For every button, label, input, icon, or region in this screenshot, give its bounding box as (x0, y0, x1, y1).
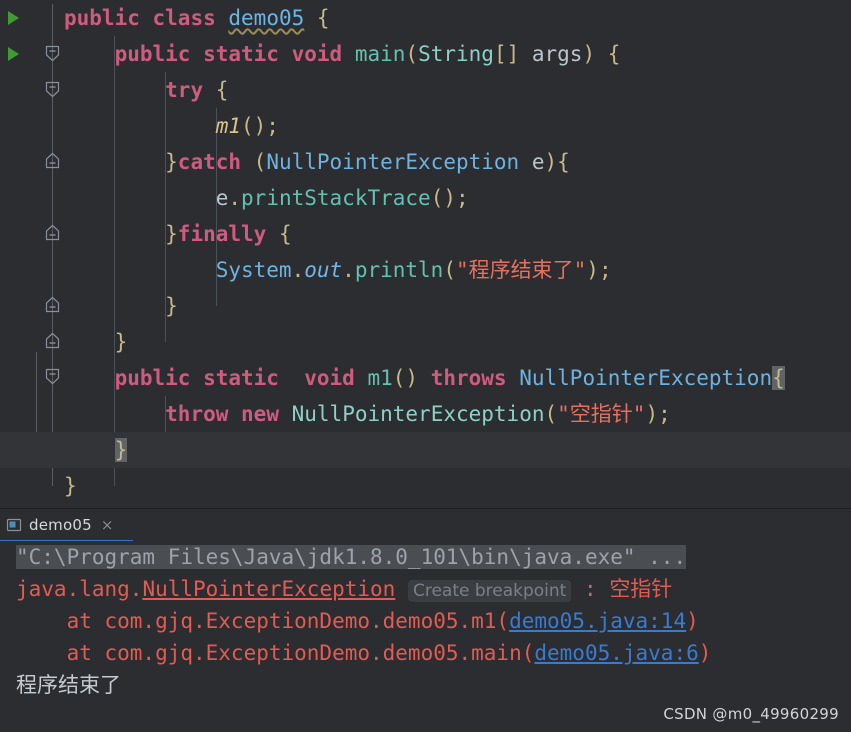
code-line-5[interactable]: }catch (NullPointerException e){ (0, 144, 851, 180)
token-keyword-public: public (64, 6, 140, 30)
token-keyword-void-2: void (304, 366, 355, 390)
console-line-stdout[interactable]: 程序结束了 (0, 669, 121, 701)
token-call-println: println (354, 258, 444, 282)
token-keyword-static: static (203, 42, 279, 66)
code-line-12[interactable]: throw new NullPointerException("空指针"); (0, 396, 851, 432)
frame-1-prefix: at com.gjq.ExceptionDemo.demo05.m1( (16, 609, 510, 633)
token-field-out: out (304, 258, 343, 282)
console-line-command[interactable]: "C:\Program Files\Java\jdk1.8.0_101\bin\… (0, 541, 687, 573)
frame-1-link[interactable]: demo05.java:14 (509, 609, 686, 633)
token-keyword-try: try (165, 78, 204, 102)
token-class-name: demo05 (228, 6, 305, 30)
code-line-10[interactable]: } (0, 324, 851, 360)
frame-2-prefix: at com.gjq.ExceptionDemo.demo05.main( (16, 641, 535, 665)
code-editor[interactable]: public class demo05 { public static void… (0, 0, 851, 508)
token-keyword-throw: throw (165, 402, 229, 426)
create-breakpoint-inlay[interactable]: Create breakpoint (407, 580, 572, 602)
code-line-14[interactable]: } (0, 468, 851, 504)
console-tab-demo05[interactable]: demo05 × (0, 509, 123, 541)
token-string-end: "程序结束了" (456, 258, 587, 282)
token-keyword-public-2: public (114, 42, 191, 66)
code-lines[interactable]: public class demo05 { public static void… (0, 0, 851, 508)
console-line-exception[interactable]: java.lang.NullPointerException Create br… (0, 573, 672, 605)
console-square-icon (6, 517, 22, 533)
ide-window: public class demo05 { public static void… (0, 0, 851, 732)
console-tab-label: demo05 (29, 516, 92, 534)
console-tabbar: demo05 × (0, 509, 851, 542)
exception-separator: : (584, 577, 597, 601)
code-line-7[interactable]: }finally { (0, 216, 851, 252)
close-icon[interactable]: × (101, 517, 114, 533)
csdn-watermark: CSDN @m0_49960299 (663, 705, 839, 723)
code-line-4[interactable]: m1(); (0, 108, 851, 144)
code-line-2[interactable]: public static void main(String[] args) { (0, 36, 851, 72)
exception-class-link[interactable]: NullPointerException (142, 577, 395, 601)
token-keyword-static-2: static (203, 366, 279, 390)
token-param-args: args (531, 42, 583, 66)
token-class-system: System (215, 258, 292, 282)
code-line-8[interactable]: System.out.println("程序结束了"); (0, 252, 851, 288)
code-line-6[interactable]: e.printStackTrace(); (0, 180, 851, 216)
token-call-printstacktrace: printStackTrace (241, 186, 431, 210)
token-type-npe-new: NullPointerException (291, 402, 545, 426)
token-keyword-void: void (291, 42, 343, 66)
token-type-string: String (418, 42, 494, 66)
code-line-3[interactable]: try { (0, 72, 851, 108)
console-command-text: "C:\Program Files\Java\jdk1.8.0_101\bin\… (16, 545, 687, 569)
code-line-9[interactable]: } (0, 288, 851, 324)
code-line-13[interactable]: } (0, 432, 851, 468)
exception-message: 空指针 (609, 577, 673, 601)
token-type-npe-throws: NullPointerException (519, 366, 773, 390)
frame-1-suffix: ) (686, 609, 699, 633)
exception-package: java.lang. (16, 577, 143, 601)
token-call-m1: m1 (215, 114, 242, 138)
code-line-1[interactable]: public class demo05 { (0, 0, 851, 36)
console-output[interactable]: "C:\Program Files\Java\jdk1.8.0_101\bin\… (0, 541, 851, 732)
frame-2-link[interactable]: demo05.java:6 (534, 641, 698, 665)
run-console-panel: demo05 × "C:\Program Files\Java\jdk1.8.0… (0, 508, 851, 732)
code-line-11[interactable]: public static void m1() throws NullPoint… (0, 360, 851, 396)
frame-2-suffix: ) (698, 641, 712, 665)
token-method-m1-decl: m1 (367, 366, 393, 390)
token-string-npe: "空指针" (557, 402, 646, 426)
console-line-frame-2[interactable]: at com.gjq.ExceptionDemo.demo05.main(dem… (0, 637, 712, 669)
token-keyword-class: class (152, 6, 216, 30)
token-keyword-catch: catch (177, 150, 242, 174)
token-keyword-public-3: public (114, 366, 191, 390)
token-keyword-throws: throws (430, 366, 507, 390)
token-method-main: main (354, 42, 406, 66)
token-var-e: e (531, 150, 545, 174)
token-var-e-2: e (215, 186, 229, 210)
token-keyword-finally: finally (177, 222, 267, 246)
console-line-frame-1[interactable]: at com.gjq.ExceptionDemo.demo05.m1(demo0… (0, 605, 699, 637)
stdout-text: 程序结束了 (16, 673, 121, 697)
token-type-npe-catch: NullPointerException (266, 150, 520, 174)
token-keyword-new: new (241, 402, 279, 426)
